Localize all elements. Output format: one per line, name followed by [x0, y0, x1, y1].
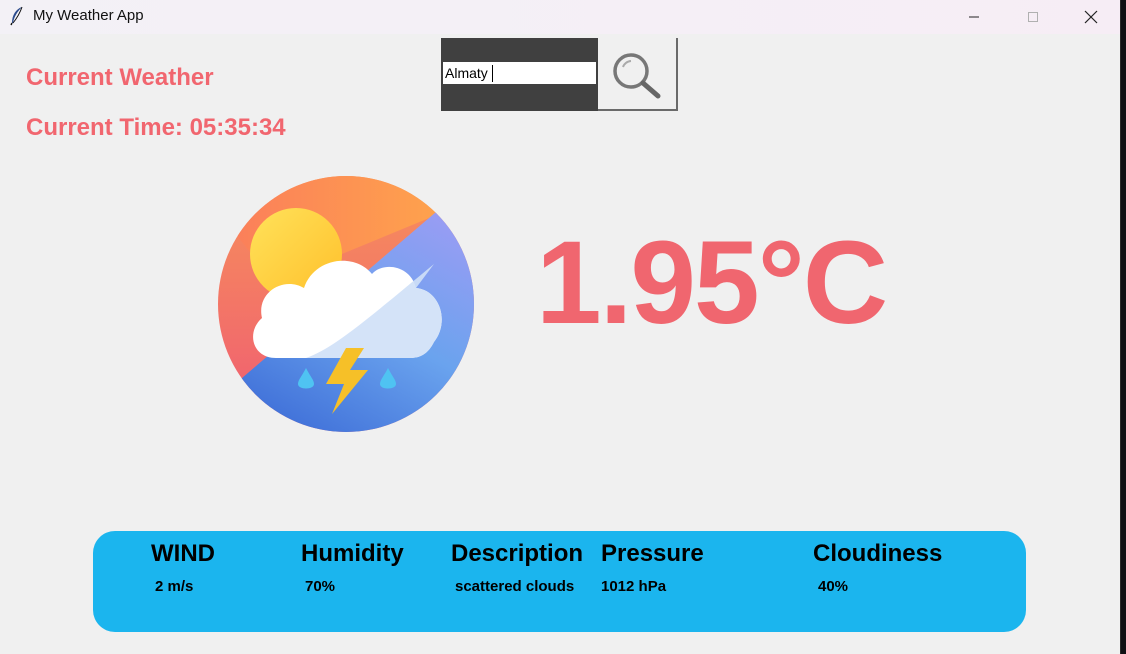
search-button[interactable]	[598, 38, 678, 111]
close-button[interactable]	[1062, 0, 1120, 34]
title-bar[interactable]: My Weather App	[0, 0, 1120, 34]
window-title: My Weather App	[33, 7, 144, 24]
maximize-button[interactable]	[1004, 0, 1062, 34]
description-label: Description	[451, 540, 584, 567]
close-icon	[1084, 10, 1098, 24]
page-title: Current Weather	[26, 64, 214, 91]
humidity-label: Humidity	[301, 540, 404, 567]
app-window: My Weather App Current Weather Current T…	[0, 0, 1121, 654]
feather-icon	[10, 6, 23, 26]
text-caret	[492, 65, 493, 82]
wind-label: WIND	[151, 540, 215, 567]
maximize-icon	[1028, 12, 1038, 22]
cloudiness-value: 40%	[818, 578, 849, 595]
current-time: Current Time: 05:35:34	[26, 114, 286, 141]
magnifier-icon	[613, 53, 661, 99]
temperature-value: 1.95°C	[536, 217, 888, 349]
humidity-value: 70%	[305, 578, 336, 595]
pressure-label: Pressure	[601, 540, 704, 567]
cloudiness-label: Cloudiness	[813, 540, 943, 567]
minimize-icon	[969, 16, 979, 18]
minimize-button[interactable]	[945, 0, 1003, 34]
thunderstorm-cloud-sun-icon	[218, 176, 474, 432]
description-value: scattered clouds	[455, 578, 575, 595]
pressure-value: 1012 hPa	[601, 578, 667, 595]
wind-value: 2 m/s	[155, 578, 194, 595]
search-input[interactable]	[443, 62, 596, 84]
